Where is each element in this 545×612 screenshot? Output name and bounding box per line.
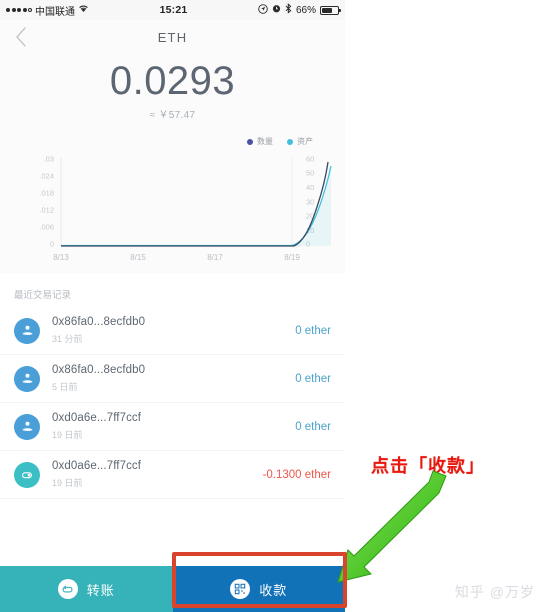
svg-text:50: 50 (306, 169, 314, 178)
send-button[interactable]: 转账 (0, 566, 173, 612)
legend-label-quantity: 数量 (257, 137, 273, 146)
legend-dot-asset (287, 138, 293, 145)
svg-text:.012: .012 (39, 206, 54, 215)
legend-dot-quantity (247, 138, 253, 145)
receive-icon (14, 365, 40, 392)
chart-legend: 数量 资产 (6, 135, 339, 148)
page-title: ETH (157, 29, 188, 45)
transaction-address: 0xd0a6e...7ff7ccf (52, 412, 142, 424)
transaction-time: 19 日前 (52, 430, 83, 440)
location-icon (258, 3, 268, 17)
carrier-label: 中国联通 (35, 6, 75, 18)
svg-text:8/15: 8/15 (130, 253, 146, 262)
status-bar-left: 中国联通 (6, 3, 89, 18)
balance-amount: 0.0293 (109, 59, 236, 103)
transfer-icon (57, 579, 78, 599)
svg-text:.018: .018 (39, 189, 54, 198)
receive-icon (14, 317, 40, 344)
transaction-row[interactable]: 0xd0a6e...7ff7ccf 19 日前 -0.1300 ether (0, 451, 345, 499)
transaction-amount: 0 ether (295, 324, 331, 337)
chart-line-quantity (61, 161, 329, 247)
transaction-address: 0x86fa0...8ecfdb0 (52, 316, 146, 328)
svg-text:40: 40 (306, 183, 314, 192)
svg-text:.03: .03 (44, 155, 54, 164)
svg-text:8/19: 8/19 (284, 253, 300, 262)
status-bar-right: 66% (258, 3, 341, 17)
transaction-amount: 0 ether (295, 372, 331, 385)
receive-button-label: 收款 (259, 582, 288, 598)
balance-area: 0.0293 ≈ ￥57.47 (0, 54, 345, 131)
signal-strength-icon (6, 8, 32, 12)
bottom-action-bar: 转账 收款 (0, 566, 345, 612)
legend-item-quantity: 数量 (247, 136, 273, 147)
transaction-row[interactable]: 0xd0a6e...7ff7ccf 19 日前 0 ether (0, 403, 345, 451)
chart-svg: .03 .024 .018 .012 .006 0 60 50 40 30 20… (39, 155, 332, 262)
chart-plot-area: .03 .024 .018 .012 .006 0 60 50 40 30 20… (6, 150, 339, 270)
svg-text:30: 30 (306, 198, 314, 207)
nav-bar: ETH (0, 20, 345, 54)
transaction-time: 19 日前 (52, 478, 83, 488)
bluetooth-icon (285, 3, 292, 17)
transaction-amount: 0 ether (295, 420, 331, 433)
transaction-time: 5 日前 (52, 382, 78, 392)
receive-icon (14, 413, 40, 440)
status-bar-clock: 15:21 (159, 4, 188, 16)
transaction-list-header: 最近交易记录 (14, 290, 72, 301)
phone-screen: 中国联通 15:21 66% ETH 0.0293 ≈ ￥57.47 数量 资产… (0, 0, 345, 612)
legend-label-asset: 资产 (297, 137, 313, 146)
balance-fiat-value: ≈ ￥57.47 (149, 110, 196, 121)
transaction-time: 31 分前 (52, 334, 83, 344)
svg-text:.006: .006 (39, 223, 54, 232)
transaction-details: 0xd0a6e...7ff7ccf 19 日前 (40, 412, 295, 441)
transaction-amount: -0.1300 ether (262, 468, 331, 481)
battery-percent-label: 66% (295, 4, 316, 16)
qrcode-icon (230, 579, 251, 599)
transaction-details: 0xd0a6e...7ff7ccf 19 日前 (40, 460, 263, 489)
receive-button[interactable]: 收款 (172, 566, 345, 612)
transaction-address: 0x86fa0...8ecfdb0 (52, 364, 146, 376)
svg-text:0: 0 (50, 240, 54, 249)
svg-text:8/13: 8/13 (53, 253, 69, 262)
send-button-label: 转账 (86, 582, 115, 598)
svg-text:8/17: 8/17 (207, 253, 223, 262)
balance-chart-card: 数量 资产 .03 .024 .018 .012 .006 0 60 50 40… (0, 131, 345, 273)
transaction-details: 0x86fa0...8ecfdb0 5 日前 (40, 364, 295, 393)
battery-icon (320, 5, 341, 15)
right-blank-panel (345, 0, 545, 612)
transaction-row[interactable]: 0x86fa0...8ecfdb0 31 分前 0 ether (0, 307, 345, 355)
wifi-icon (78, 4, 89, 16)
chart-line-asset (61, 165, 332, 247)
annotation-text: 点击「收款」 (371, 456, 485, 476)
transaction-address: 0xd0a6e...7ff7ccf (52, 460, 142, 472)
svg-text:.024: .024 (39, 172, 54, 181)
status-bar: 中国联通 15:21 66% (0, 0, 345, 20)
alarm-clock-icon (272, 4, 281, 16)
transaction-list: 最近交易记录 0x86fa0...8ecfdb0 31 分前 0 ether 0x86… (0, 273, 345, 499)
chart-area-fill (61, 170, 331, 246)
transaction-row[interactable]: 0x86fa0...8ecfdb0 5 日前 0 ether (0, 355, 345, 403)
send-icon (14, 461, 40, 488)
svg-text:60: 60 (306, 155, 314, 164)
transaction-details: 0x86fa0...8ecfdb0 31 分前 (40, 316, 295, 345)
legend-item-asset: 资产 (287, 136, 313, 147)
watermark: 知乎 @万岁 (454, 584, 535, 600)
